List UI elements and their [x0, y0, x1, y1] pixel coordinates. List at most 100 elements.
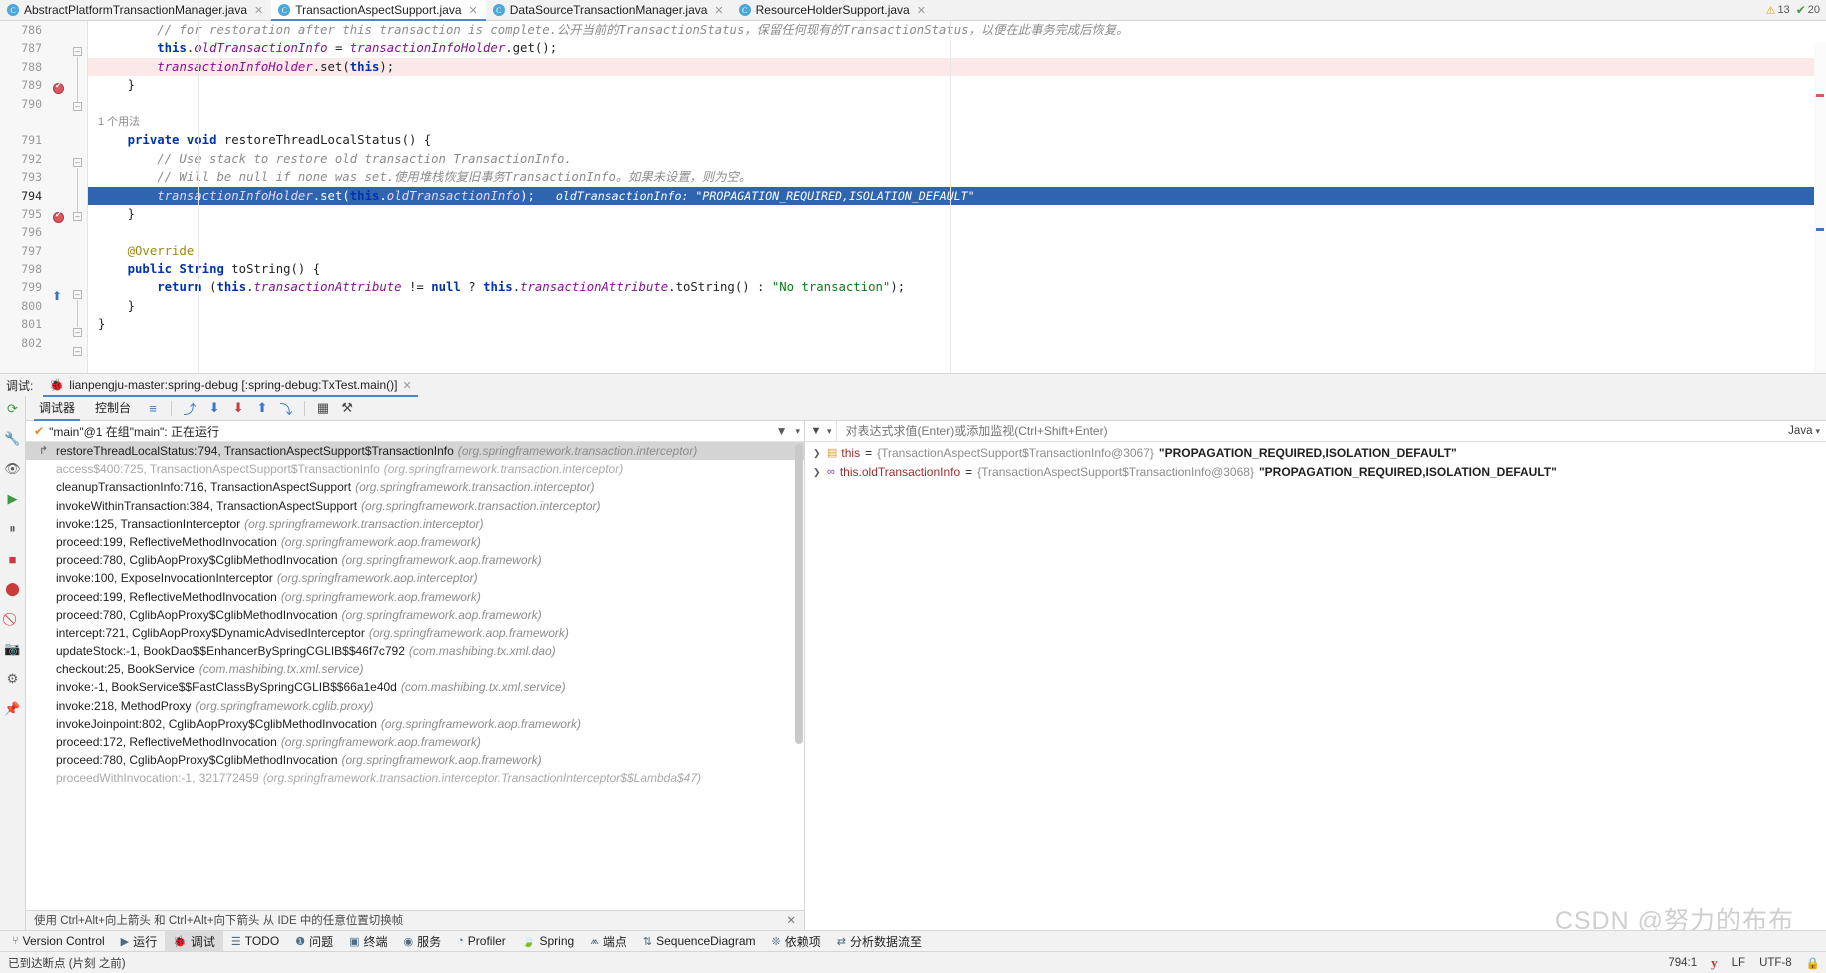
code-line[interactable] [88, 334, 1826, 352]
method-override-icon[interactable]: ⬆ [52, 289, 62, 303]
editor-scrollbar[interactable] [1814, 42, 1826, 373]
inspection-widget[interactable]: ⚠ 13 ✔ 20 [1766, 0, 1826, 20]
debug-config-tab[interactable]: 🐞 lianpengju-master:spring-debug [:sprin… [43, 374, 419, 397]
fold-marker-icon[interactable]: – [73, 347, 82, 356]
step-out-icon[interactable]: ⬆ [251, 398, 273, 418]
run-to-cursor-icon[interactable]: ⤵ [275, 398, 297, 418]
code-line[interactable]: } [88, 205, 1826, 223]
thread-selector[interactable]: ✔ "main"@1 在组"main": 正在运行 [34, 423, 776, 440]
code-folding-gutter[interactable]: – – – – – – – [70, 21, 88, 373]
wrench-icon[interactable]: 🔧 [3, 430, 23, 448]
editor-tab-3[interactable]: C ResourceHolderSupport.java ✕ [731, 0, 934, 20]
code-line[interactable]: transactionInfoHolder.set(this.oldTransa… [88, 186, 1826, 205]
frame-row[interactable]: access$400:725, TransactionAspectSupport… [26, 460, 804, 478]
toolwindow-endpoints[interactable]: ⩕ 端点 [582, 931, 635, 952]
code-line[interactable] [88, 223, 1826, 241]
code-line[interactable]: } [88, 315, 1826, 333]
settings-gear-icon[interactable]: ⚙ [3, 670, 23, 688]
warning-count[interactable]: ⚠ 13 [1766, 4, 1790, 17]
evaluate-icon[interactable]: ▦ [312, 398, 334, 418]
variable-row[interactable]: ❯ ▤ this = {TransactionAspectSupport$Tra… [805, 444, 1826, 463]
frame-row[interactable]: cleanupTransactionInfo:716, TransactionA… [26, 478, 804, 496]
code-line[interactable]: transactionInfoHolder.set(this); [88, 57, 1826, 77]
resume-icon[interactable]: ▶ [3, 490, 23, 508]
variables-list[interactable]: ❯ ▤ this = {TransactionAspectSupport$Tra… [805, 442, 1826, 930]
frame-row[interactable]: intercept:721, CglibAopProxy$DynamicAdvi… [26, 624, 804, 642]
toolwindow-profiler[interactable]: ◔ Profiler [449, 931, 514, 952]
camera-icon[interactable]: 📷 [3, 640, 23, 658]
frame-row[interactable]: proceedWithInvocation:-1, 321772459 (org.… [26, 769, 804, 787]
code-line[interactable]: private void restoreThreadLocalStatus() … [88, 131, 1826, 149]
usage-hint[interactable]: 1 个用法 [88, 113, 1826, 131]
frame-row[interactable]: proceed:199, ReflectiveMethodInvocation(… [26, 588, 804, 606]
fold-marker-icon[interactable]: – [73, 47, 82, 56]
pause-icon[interactable]: ⏸ [3, 520, 23, 538]
toolwindow-todo[interactable]: ☰ TODO [223, 931, 287, 952]
code-line[interactable]: // for restoration after this transactio… [88, 21, 1826, 39]
breakpoint-icon[interactable] [53, 81, 64, 94]
settings-icon[interactable]: ⚒ [336, 398, 358, 418]
indent-badge[interactable]: y [1711, 955, 1718, 971]
fold-marker-icon[interactable]: – [73, 290, 82, 299]
eye-icon[interactable]: 👁 [3, 460, 23, 478]
breakpoints-icon[interactable]: ⬤ [3, 580, 23, 598]
code-line[interactable]: @Override [88, 242, 1826, 260]
code-content[interactable]: // for restoration after this transactio… [88, 21, 1826, 373]
editor-tab-0[interactable]: C AbstractPlatformTransactionManager.jav… [0, 0, 272, 20]
close-icon[interactable]: ✕ [917, 4, 926, 17]
frame-row[interactable]: proceed:780, CglibAopProxy$CglibMethodIn… [26, 551, 804, 569]
frames-scrollbar[interactable] [795, 444, 803, 744]
ok-count[interactable]: ✔ 20 [1796, 3, 1820, 17]
chevron-right-icon[interactable]: ❯ [813, 463, 822, 482]
encoding[interactable]: UTF-8 [1759, 957, 1792, 969]
toolwindow-services[interactable]: ◉ 服务 [396, 931, 450, 952]
toolwindow-dataflow[interactable]: ⇄ 分析数据流至 [829, 931, 930, 952]
step-into-icon[interactable]: ⬇ [203, 398, 225, 418]
code-line[interactable]: } [88, 297, 1826, 315]
fold-marker-icon[interactable]: – [73, 212, 82, 221]
toolwindow-branch[interactable]: ⑂ Version Control [4, 931, 113, 952]
watch-expression-input[interactable] [835, 420, 1789, 442]
frame-row[interactable]: ↱ restoreThreadLocalStatus:794, Transacti… [26, 442, 804, 461]
rerun-icon[interactable]: ⟳ [3, 400, 23, 418]
variable-row[interactable]: ❯ ∞ this.oldTransactionInfo = {Transacti… [805, 463, 1826, 482]
code-line[interactable]: return (this.transactionAttribute != nul… [88, 278, 1826, 296]
force-step-into-icon[interactable]: ⬇ [227, 398, 249, 418]
close-icon[interactable]: ✕ [469, 4, 478, 17]
code-line[interactable] [88, 95, 1826, 113]
step-over-icon[interactable]: ⤴ [179, 398, 201, 418]
code-editor[interactable]: 786 787 788 789 790 791 792 793 794 795 796 797 798 7… [0, 21, 1826, 373]
pin-icon[interactable]: 📌 [3, 700, 23, 718]
filter-icon[interactable]: ▼ [805, 425, 827, 437]
code-line[interactable]: // Use stack to restore old transaction … [88, 150, 1826, 168]
close-icon[interactable]: ✕ [254, 4, 263, 17]
close-icon[interactable]: ✕ [714, 4, 723, 17]
close-icon[interactable]: ✕ [402, 379, 411, 392]
toolwindow-spring-leaf[interactable]: 🍃 Spring [514, 931, 582, 952]
code-line[interactable]: // Will be null if none was set.使用堆栈恢复旧事… [88, 168, 1826, 186]
toolwindow-run[interactable]: ▶ 运行 [113, 931, 165, 952]
breakpoint-gutter[interactable]: ⬆ [48, 21, 70, 373]
tab-console[interactable]: 控制台 [86, 396, 140, 421]
chevron-right-icon[interactable]: ❯ [813, 444, 822, 463]
code-line[interactable]: public String toString() { [88, 260, 1826, 278]
code-line[interactable]: } [88, 76, 1826, 94]
frame-row[interactable]: invoke:-1, BookService$$FastClassBySprin… [26, 678, 804, 696]
stop-icon[interactable]: ■ [3, 550, 23, 568]
frame-row[interactable]: checkout:25, BookService (com.mashibing.t… [26, 660, 804, 678]
toolwindow-sequence-diagram[interactable]: ⇅ SequenceDiagram [635, 931, 764, 952]
frame-row[interactable]: updateStock:-1, BookDao$$EnhancerBySprin… [26, 642, 804, 660]
tab-debugger[interactable]: 调试器 [30, 396, 84, 421]
chevron-down-icon[interactable]: ▾ [795, 426, 800, 437]
toolwindow-debug[interactable]: 🐞 调试 [165, 930, 223, 952]
code-line[interactable]: this.oldTransactionInfo = transactionInf… [88, 39, 1826, 57]
fold-marker-icon[interactable]: – [73, 102, 82, 111]
layout-icon[interactable]: ≡ [142, 398, 164, 418]
frame-row[interactable]: proceed:172, ReflectiveMethodInvocation(… [26, 733, 804, 751]
frame-row[interactable]: proceed:780, CglibAopProxy$CglibMethodIn… [26, 606, 804, 624]
fold-marker-icon[interactable]: – [73, 158, 82, 167]
toolwindow-problems[interactable]: ❶ 问题 [287, 931, 341, 952]
mute-breakpoints-icon[interactable]: ⃠ [3, 610, 23, 628]
language-chip[interactable]: Java ▾ [1788, 425, 1820, 437]
close-icon[interactable]: ✕ [786, 911, 796, 931]
